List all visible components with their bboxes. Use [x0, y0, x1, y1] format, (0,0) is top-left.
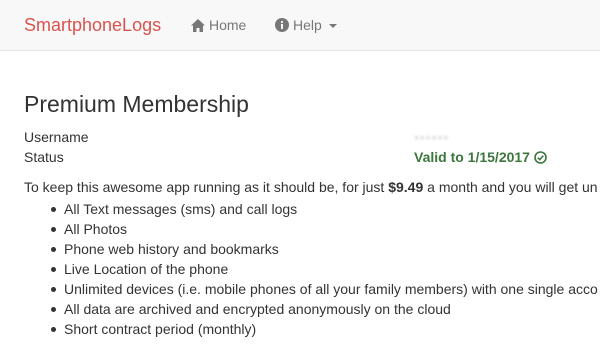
navbar: SmartphoneLogs Home Help [0, 0, 600, 51]
nav-home-label: Home [209, 17, 247, 33]
intro-prefix: To keep this awesome app running as it s… [24, 179, 389, 195]
username-label: Username [24, 129, 89, 145]
nav-home-link[interactable]: Home [191, 16, 246, 34]
list-item: Phone web history and bookmarks [51, 239, 598, 259]
nav-help-dropdown[interactable]: Help [275, 16, 337, 34]
list-item: Short contract period (monthly) [51, 319, 598, 339]
status-text: Valid to 1/15/2017 [414, 149, 530, 165]
brand-link[interactable]: SmartphoneLogs [24, 15, 161, 35]
list-item: All Photos [51, 219, 598, 239]
nav-help-label: Help [293, 17, 322, 33]
membership-intro: To keep this awesome app running as it s… [24, 178, 598, 196]
page-title: Premium Membership [24, 91, 249, 117]
username-value: •••••• [414, 129, 450, 145]
list-item: All Text messages (sms) and call logs [51, 199, 598, 219]
feature-list: All Text messages (sms) and call logs Al… [51, 199, 598, 339]
info-circle-icon [275, 18, 289, 32]
check-circle-icon [534, 150, 547, 164]
intro-price: $9.49 [388, 179, 424, 195]
status-value: Valid to 1/15/2017 [414, 148, 547, 166]
status-label: Status [24, 149, 64, 165]
home-icon [191, 18, 205, 32]
intro-suffix: a month and you will get un [423, 179, 598, 195]
chevron-down-icon [328, 24, 337, 28]
list-item: Unlimited devices (i.e. mobile phones of… [51, 281, 598, 297]
list-item: All data are archived and encrypted anon… [51, 299, 598, 319]
list-item: Live Location of the phone [51, 259, 598, 279]
